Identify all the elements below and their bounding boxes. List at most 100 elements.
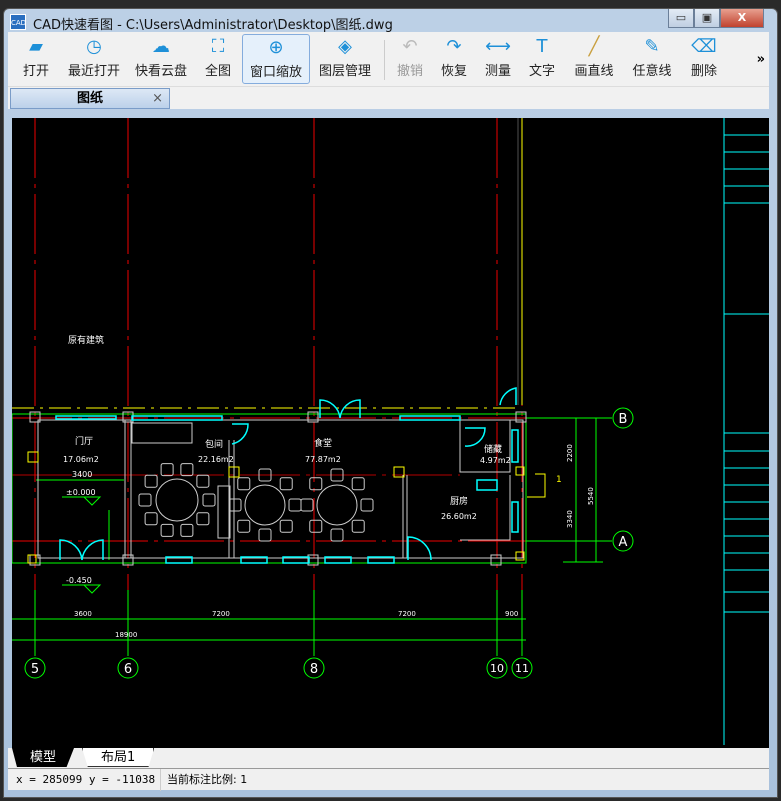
freehand-button[interactable]: ✎ 任意线 [628,34,676,84]
axis-label: 10 [490,662,504,675]
chair [180,463,194,477]
tab-layout1[interactable]: 布局1 [82,748,155,767]
chair [144,512,158,526]
marker-label: 1 [556,475,562,485]
status-bar: x = 285099 y = -11038 当前标注比例: 1 [8,768,769,791]
axis-label: B [619,412,628,427]
minimize-button[interactable]: ▭ [668,9,694,28]
line-icon: ╱ [588,36,600,57]
chair [138,493,152,507]
dimension-label: 900 [505,610,518,618]
measure-label: 测量 [484,64,511,79]
text-icon: T [536,36,548,57]
document-tab[interactable]: 图纸 × [10,88,170,109]
text-button[interactable]: T 文字 [524,34,560,84]
open-label: 打开 [22,64,49,79]
axis-label: 11 [515,662,529,675]
redo-button[interactable]: ↷ 恢复 [436,34,472,84]
zoom-window-label: 窗口缩放 [249,65,302,80]
round-table [316,484,358,526]
chair [196,474,210,488]
delete-button[interactable]: ⌫ 删除 [684,34,724,84]
room-area: 26.60m2 [441,512,477,521]
cursor-coordinates: x = 285099 y = -11038 [16,773,156,786]
chair [309,519,323,533]
room-area: 77.87m2 [305,455,341,464]
room-name: 食堂 [314,437,332,449]
tab-model[interactable]: 模型 [12,748,75,767]
dimension-label: 3600 [74,610,92,618]
text-label: 文字 [528,64,555,79]
chair [288,498,302,512]
close-tab-icon[interactable]: × [152,89,163,108]
dimension-total-label: 5540 [587,487,595,505]
columns [27,451,546,564]
chair [196,512,210,526]
fit-label: 全图 [204,64,231,79]
dimension-label: 2200 [566,444,574,462]
existing-building-label: 原有建筑 [68,334,104,346]
chair [237,477,251,491]
cad-drawing: 原有建筑 门厅 17.06m2 包间 22.16m2 食堂 77.87m2 储藏… [11,118,769,745]
cloud-button[interactable]: ☁ 快看云盘 [132,34,190,84]
window-title: CAD快速看图 - C:\Users\Administrator\Desktop… [33,18,393,33]
fit-icon: ⛶ [211,36,225,57]
chair [360,498,374,512]
draw-line-button[interactable]: ╱ 画直线 [570,34,618,84]
clock-icon: ◷ [86,36,102,57]
recent-label: 最近打开 [67,64,120,79]
room-name: 包间 [205,438,223,450]
measure-button[interactable]: ⟷ 测量 [480,34,516,84]
layers-label: 图层管理 [318,64,371,79]
redo-label: 恢复 [440,64,467,79]
zoom-window-icon: ⊕ [268,37,284,58]
open-button[interactable]: ▰ 打开 [12,34,60,84]
toolbar: ▰ 打开 ◷ 最近打开 ☁ 快看云盘 ⛶ 全图 ⊕ 窗口缩放 ◈ 图层管理 ↶ 撤销 ↷ 恢复 … [8,32,769,87]
axis-label: 5 [31,662,39,677]
close-button[interactable]: X [720,9,764,28]
walls [29,411,527,566]
room-name: 厨房 [450,495,468,507]
dimension-total-label: 18900 [115,631,137,639]
chair [237,519,251,533]
chair [144,474,158,488]
layers-icon: ◈ [338,36,352,57]
axis-label: 8 [310,662,318,677]
chair [279,519,293,533]
room-area: 4.97m2 [480,456,511,465]
folder-icon: ▰ [29,36,43,57]
axis-label: 6 [124,662,132,677]
cloud-label: 快看云盘 [134,64,187,79]
axis-label: A [619,535,628,550]
dimension-label: 7200 [212,610,230,618]
undo-label: 撤销 [396,64,423,79]
room-name: 储藏 [484,443,502,455]
chair [258,528,272,542]
annotation-scale: 当前标注比例: 1 [160,769,247,791]
undo-button[interactable]: ↶ 撤销 [392,34,428,84]
dimension-label: 7200 [398,610,416,618]
fit-all-button[interactable]: ⛶ 全图 [198,34,238,84]
title-block [723,118,769,745]
more-tools-button[interactable]: » [757,52,765,67]
ruler-icon: ⟷ [485,36,511,57]
recent-button[interactable]: ◷ 最近打开 [64,34,124,84]
chair [309,477,323,491]
zoom-window-button[interactable]: ⊕ 窗口缩放 [242,34,310,84]
eraser-icon: ⌫ [691,36,717,57]
level-label: ±0.000 [66,488,96,497]
room-area: 22.16m2 [198,455,234,464]
chair [351,477,365,491]
drawing-canvas[interactable]: 原有建筑 门厅 17.06m2 包间 22.16m2 食堂 77.87m2 储藏… [11,118,769,748]
chair [228,498,242,512]
undo-icon: ↶ [402,36,418,57]
redo-icon: ↷ [446,36,462,57]
maximize-button[interactable]: ▣ [694,9,720,28]
app-icon: CAD [10,14,26,30]
chair [160,523,174,537]
round-table [244,484,286,526]
level-label: -0.450 [66,576,92,585]
dimension-3400: 3400 [72,470,92,479]
axis-lines [12,118,560,600]
layers-button[interactable]: ◈ 图层管理 [314,34,376,84]
